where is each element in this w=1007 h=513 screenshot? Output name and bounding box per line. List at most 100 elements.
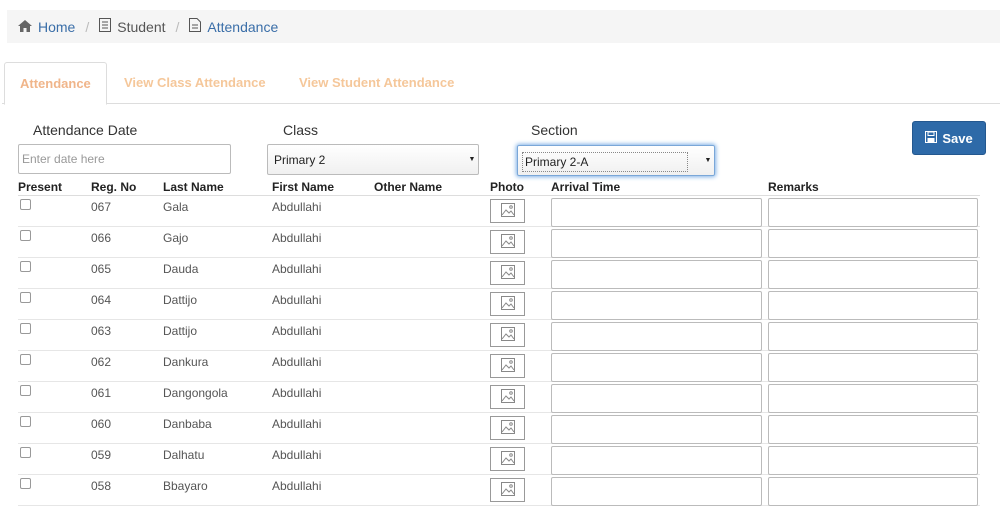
arrival-time-input[interactable]: [551, 291, 762, 320]
student-photo: [490, 261, 525, 285]
save-button-label: Save: [942, 130, 973, 146]
column-header-arrival-time: Arrival Time: [551, 180, 621, 194]
reg-no-cell: 064: [91, 293, 112, 307]
remarks-input[interactable]: [768, 477, 978, 506]
last-name-cell: Gajo: [163, 231, 189, 245]
remarks-input[interactable]: [768, 291, 978, 320]
remarks-input[interactable]: [768, 384, 978, 413]
reg-no-cell: 067: [91, 200, 112, 214]
column-header-first-name: First Name: [272, 180, 335, 194]
present-checkbox[interactable]: [20, 354, 31, 365]
document-icon: [99, 18, 112, 35]
first-name-cell: Abdullahi: [272, 324, 322, 338]
student-photo: [490, 230, 525, 254]
student-photo: [490, 292, 525, 316]
first-name-cell: Abdullahi: [272, 479, 322, 493]
image-placeholder-icon: [500, 450, 515, 468]
first-name-cell: Abdullahi: [272, 355, 322, 369]
image-placeholder-icon: [500, 202, 515, 220]
student-photo: [490, 323, 525, 347]
present-checkbox[interactable]: [20, 478, 31, 489]
first-name-cell: Abdullahi: [272, 293, 322, 307]
section-select-value: Primary 2-A: [522, 152, 688, 172]
present-checkbox[interactable]: [20, 261, 31, 272]
remarks-input[interactable]: [768, 415, 978, 444]
table-row: 060 Danbaba Abdullahi: [18, 413, 980, 444]
remarks-input[interactable]: [768, 198, 978, 227]
reg-no-cell: 059: [91, 448, 112, 462]
remarks-input[interactable]: [768, 260, 978, 289]
present-checkbox[interactable]: [20, 230, 31, 241]
breadcrumb-attendance[interactable]: Attendance: [189, 18, 278, 35]
section-label: Section: [531, 122, 578, 138]
present-checkbox[interactable]: [20, 292, 31, 303]
present-checkbox[interactable]: [20, 416, 31, 427]
arrival-time-input[interactable]: [551, 260, 762, 289]
student-photo: [490, 416, 525, 440]
column-header-other-name: Other Name: [374, 180, 443, 194]
reg-no-cell: 065: [91, 262, 112, 276]
remarks-input[interactable]: [768, 446, 978, 475]
remarks-input[interactable]: [768, 353, 978, 382]
arrival-time-input[interactable]: [551, 229, 762, 258]
arrival-time-input[interactable]: [551, 198, 762, 227]
image-placeholder-icon: [500, 295, 515, 313]
present-checkbox[interactable]: [20, 199, 31, 210]
table-row: 065 Dauda Abdullahi: [18, 258, 980, 289]
reg-no-cell: 058: [91, 479, 112, 493]
breadcrumb-student[interactable]: Student: [99, 18, 166, 35]
last-name-cell: Danbaba: [163, 417, 212, 431]
breadcrumb-attendance-label: Attendance: [207, 18, 279, 35]
breadcrumb-student-label: Student: [117, 18, 166, 35]
remarks-input[interactable]: [768, 229, 978, 258]
table-row: 058 Bbayaro Abdullahi: [18, 475, 980, 506]
reg-no-cell: 062: [91, 355, 112, 369]
student-photo: [490, 385, 525, 409]
column-header-present: Present: [18, 180, 63, 194]
table-row: 061 Dangongola Abdullahi: [18, 382, 980, 413]
last-name-cell: Dattijo: [163, 324, 198, 338]
last-name-cell: Dattijo: [163, 293, 198, 307]
present-checkbox[interactable]: [20, 323, 31, 334]
reg-no-cell: 061: [91, 386, 112, 400]
arrival-time-input[interactable]: [551, 446, 762, 475]
present-checkbox[interactable]: [20, 447, 31, 458]
tab-attendance[interactable]: Attendance: [4, 62, 107, 105]
table-row: 064 Dattijo Abdullahi: [18, 289, 980, 320]
image-placeholder-icon: [500, 388, 515, 406]
table-row: 062 Dankura Abdullahi: [18, 351, 980, 382]
tab-view-class-attendance[interactable]: View Class Attendance: [109, 62, 281, 104]
arrival-time-input[interactable]: [551, 384, 762, 413]
column-header-reg-no: Reg. No: [91, 180, 137, 194]
arrival-time-input[interactable]: [551, 477, 762, 506]
chevron-down-icon: ▼: [468, 156, 476, 163]
breadcrumb-home-label: Home: [38, 18, 76, 35]
class-label: Class: [283, 122, 319, 138]
column-header-photo: Photo: [490, 180, 524, 194]
last-name-cell: Dankura: [163, 355, 209, 369]
present-checkbox[interactable]: [20, 385, 31, 396]
last-name-cell: Bbayaro: [163, 479, 208, 493]
tab-view-student-attendance[interactable]: View Student Attendance: [284, 62, 469, 104]
attendance-date-field[interactable]: Enter date here: [18, 144, 231, 174]
first-name-cell: Abdullahi: [272, 231, 322, 245]
image-placeholder-icon: [500, 264, 515, 282]
first-name-cell: Abdullahi: [272, 386, 322, 400]
section-select[interactable]: Primary 2-A ▼: [517, 145, 715, 176]
first-name-cell: Abdullahi: [272, 448, 322, 462]
save-button[interactable]: Save: [912, 121, 986, 155]
student-photo: [490, 354, 525, 378]
breadcrumb-home[interactable]: Home: [18, 19, 75, 35]
remarks-input[interactable]: [768, 322, 978, 351]
arrival-time-input[interactable]: [551, 353, 762, 382]
student-photo: [490, 199, 525, 223]
arrival-time-input[interactable]: [551, 322, 762, 351]
reg-no-cell: 063: [91, 324, 112, 338]
image-placeholder-icon: [500, 419, 515, 437]
class-select[interactable]: Primary 2 ▼: [267, 144, 479, 175]
table-row: 063 Dattijo Abdullahi: [18, 320, 980, 351]
arrival-time-input[interactable]: [551, 415, 762, 444]
breadcrumb-separator: /: [85, 18, 90, 35]
chevron-down-icon: ▼: [704, 157, 712, 164]
column-header-remarks: Remarks: [768, 180, 819, 194]
